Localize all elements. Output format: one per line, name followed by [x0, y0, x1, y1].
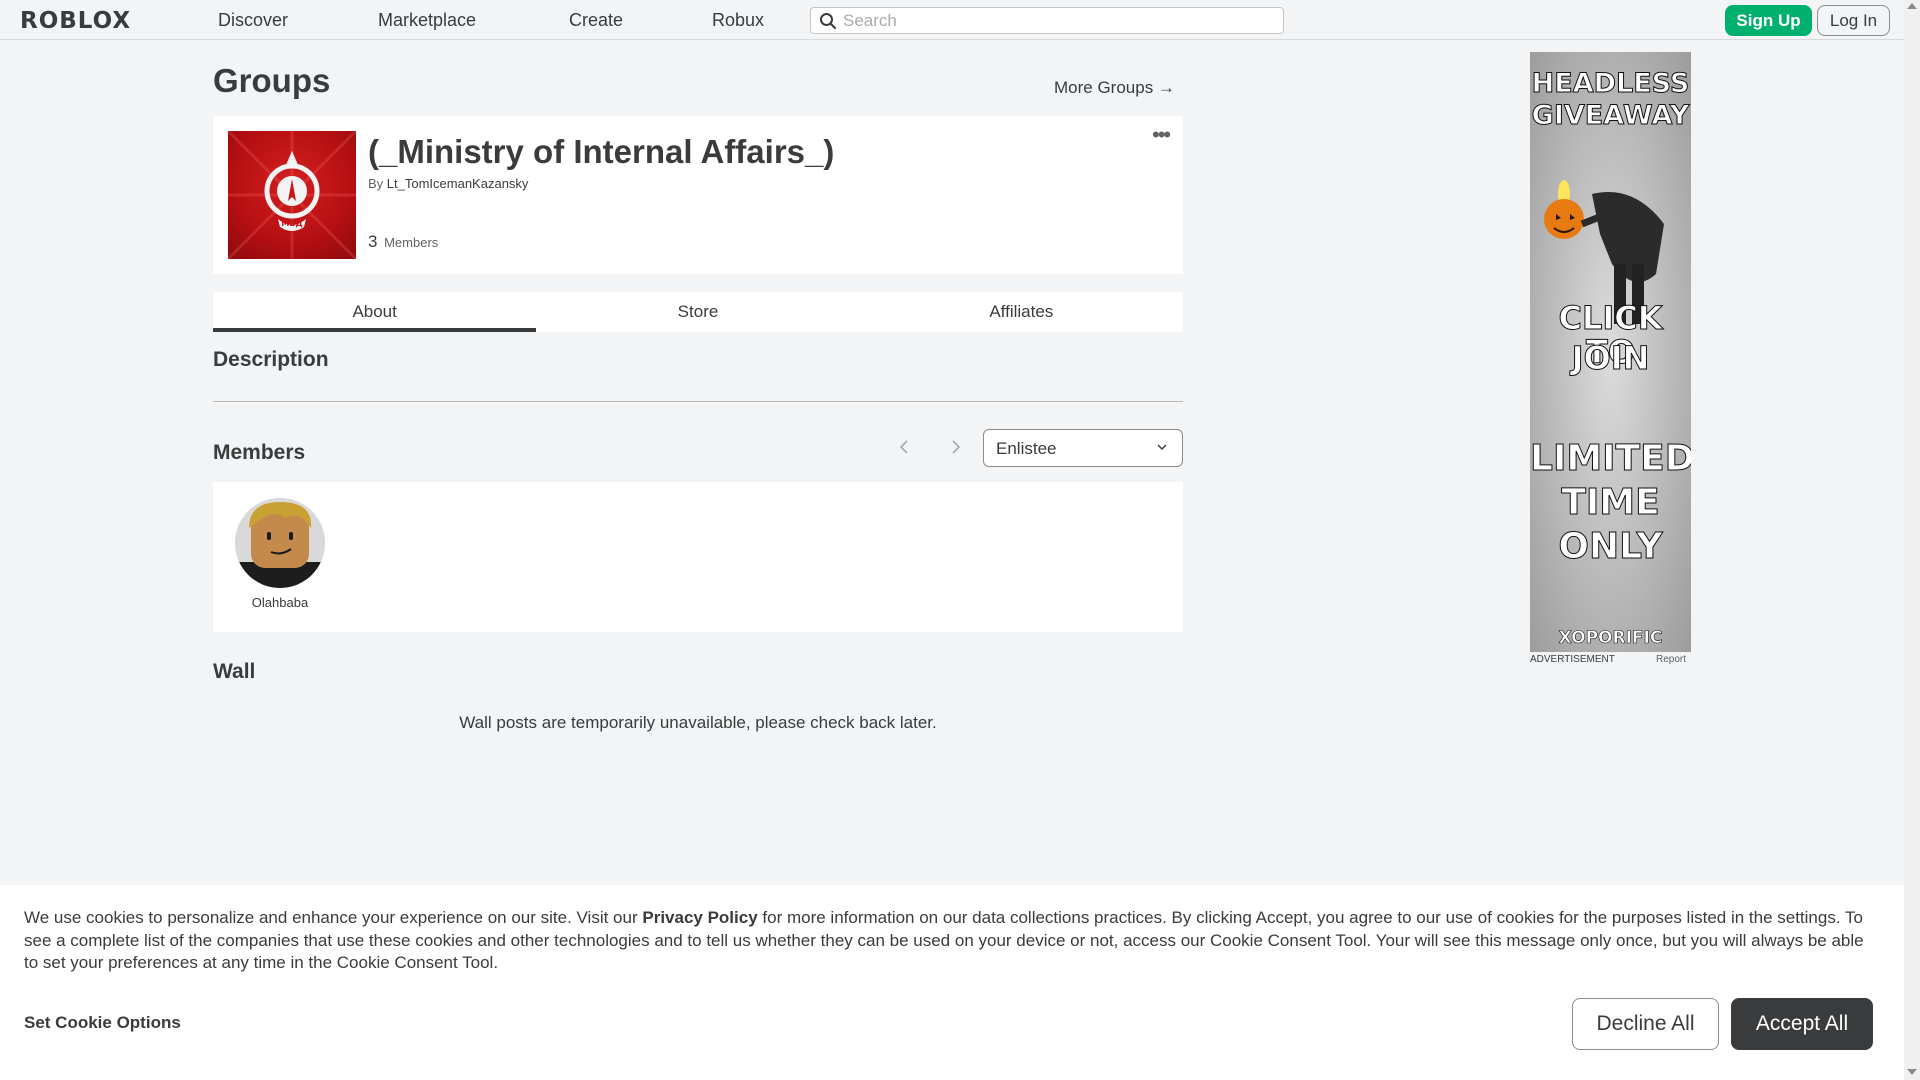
tab-affiliates[interactable]: Affiliates: [860, 292, 1183, 332]
member-count-label: Members: [384, 235, 439, 250]
rank-dropdown[interactable]: Enlistee: [983, 429, 1183, 467]
group-owner-line: By Lt_TomIcemanKazansky: [368, 176, 528, 191]
more-options-icon[interactable]: •••: [1152, 124, 1171, 146]
tab-store[interactable]: Store: [536, 292, 859, 332]
decline-all-button[interactable]: Decline All: [1572, 998, 1719, 1050]
cookie-text-before: We use cookies to personalize and enhanc…: [24, 908, 643, 927]
page-title: Groups: [213, 62, 331, 99]
wall-unavailable-message: Wall posts are temporarily unavailable, …: [459, 713, 937, 732]
more-groups-link[interactable]: More Groups →: [1054, 78, 1175, 98]
ad-line: JOIN: [1571, 339, 1650, 377]
group-emblem[interactable]: МВД: [228, 131, 356, 259]
chevron-down-icon: [1157, 444, 1167, 450]
by-prefix: By: [368, 176, 384, 191]
page-scrollbar[interactable]: [1904, 0, 1920, 1080]
group-header-card: МВД (_Ministry of Internal Affairs_) By …: [213, 116, 1183, 274]
ad-line: LIMITED: [1530, 438, 1691, 479]
member-count: 3 Members: [368, 232, 438, 252]
advertisement-banner[interactable]: HEADLESS GIVEAWAY CLICK TO JOIN LIMITED …: [1530, 52, 1691, 652]
ad-line: HEADLESS: [1531, 68, 1690, 99]
member-count-number: 3: [368, 232, 378, 251]
search-input[interactable]: [843, 11, 1273, 31]
section-divider: [213, 401, 1183, 402]
search-icon: [820, 13, 836, 29]
group-tabs: About Store Affiliates: [213, 292, 1183, 332]
members-list: Olahbaba: [213, 482, 1183, 632]
ad-label: ADVERTISEMENT: [1530, 654, 1615, 665]
group-name: (_Ministry of Internal Affairs_): [368, 133, 835, 170]
ad-line: ONLY: [1558, 526, 1663, 567]
svg-text:МВД: МВД: [281, 219, 302, 228]
scroll-up-arrow-icon[interactable]: [1907, 3, 1917, 9]
chevron-left-icon[interactable]: [894, 436, 914, 458]
accept-all-button[interactable]: Accept All: [1731, 998, 1873, 1050]
scroll-down-arrow-icon[interactable]: [1907, 1069, 1917, 1075]
sign-up-button[interactable]: Sign Up: [1725, 5, 1812, 36]
wall-heading: Wall: [213, 660, 256, 683]
tab-about[interactable]: About: [213, 292, 537, 332]
group-owner-link[interactable]: Lt_TomIcemanKazansky: [387, 176, 529, 191]
nav-discover[interactable]: Discover: [218, 10, 288, 31]
nav-create[interactable]: Create: [569, 10, 623, 31]
member-avatar[interactable]: [235, 498, 325, 588]
nav-marketplace[interactable]: Marketplace: [378, 10, 476, 31]
log-in-button[interactable]: Log In: [1817, 5, 1890, 36]
ad-line: GIVEAWAY: [1531, 100, 1690, 131]
top-navigation-bar: ROBLOX Discover Marketplace Create Robux…: [0, 0, 1904, 40]
ministry-emblem-icon: МВД: [228, 131, 356, 259]
cookie-notice-text: We use cookies to personalize and enhanc…: [24, 907, 1880, 975]
search-box: [810, 7, 1284, 34]
report-ad-link[interactable]: Report: [1656, 654, 1686, 665]
chevron-right-icon[interactable]: [946, 436, 966, 458]
rank-selected-value: Enlistee: [996, 439, 1057, 458]
nav-robux[interactable]: Robux: [712, 10, 764, 31]
ad-line: TIME: [1561, 482, 1660, 523]
roblox-logo[interactable]: ROBLOX: [20, 8, 131, 34]
avatar-head-icon: [235, 498, 325, 588]
privacy-policy-link[interactable]: Privacy Policy: [642, 908, 757, 927]
set-cookie-options-link[interactable]: Set Cookie Options: [24, 1013, 181, 1033]
ad-brand: XOPORIFIC: [1558, 628, 1663, 648]
description-heading: Description: [213, 348, 329, 371]
member-name[interactable]: Olahbaba: [213, 595, 347, 610]
members-heading: Members: [213, 441, 306, 464]
cookie-consent-banner: We use cookies to personalize and enhanc…: [0, 885, 1904, 1080]
